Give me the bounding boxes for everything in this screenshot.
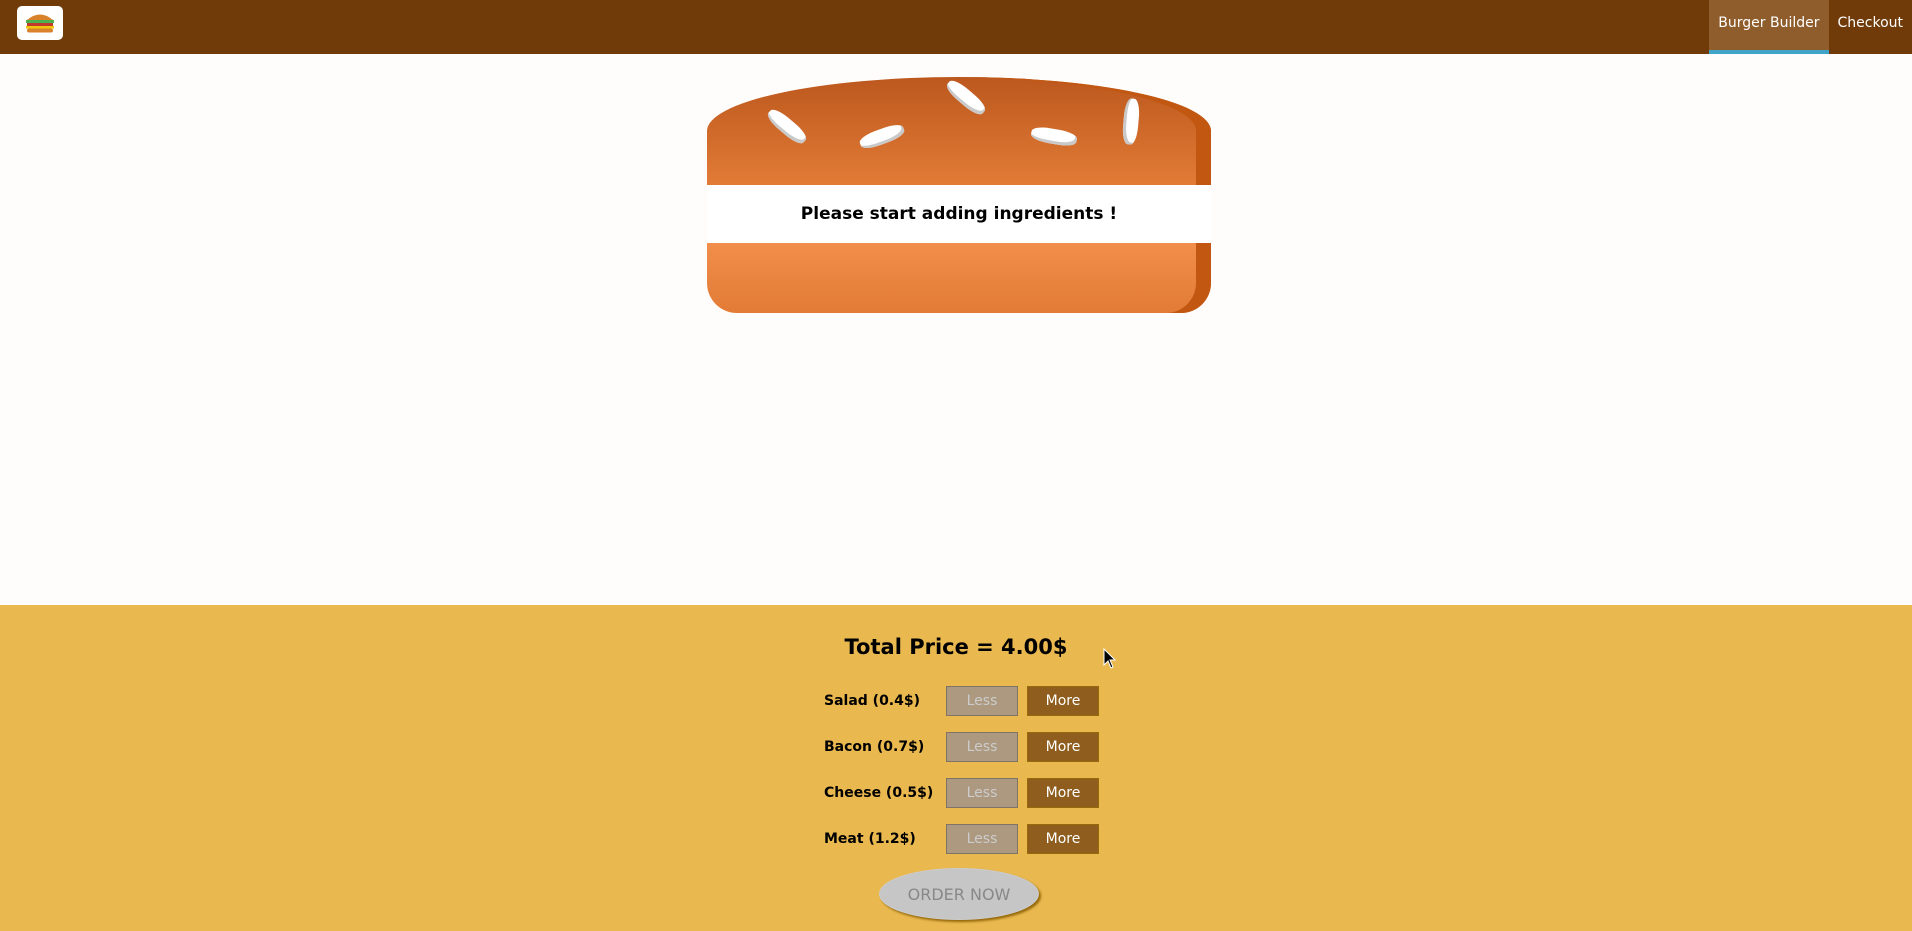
ingredient-label: Bacon (0.7$) <box>824 739 925 755</box>
ingredient-label: Meat (1.2$) <box>824 831 916 847</box>
sesame-seed <box>1030 125 1078 148</box>
toolbar: Burger Builder Checkout <box>0 0 1912 54</box>
logo[interactable] <box>17 6 63 40</box>
more-salad-button[interactable]: More <box>1027 686 1099 716</box>
more-bacon-button[interactable]: More <box>1027 732 1099 762</box>
control-salad: Salad (0.4$) Less More <box>824 686 1124 716</box>
less-meat-button[interactable]: Less <box>946 824 1018 854</box>
control-cheese: Cheese (0.5$) Less More <box>824 778 1124 808</box>
sesame-seed <box>1121 97 1141 146</box>
bread-top <box>707 76 1211 185</box>
mouse-cursor-icon <box>1103 648 1117 669</box>
build-controls: Total Price = 4.00$ Salad (0.4$) Less Mo… <box>0 605 1912 931</box>
control-bacon: Bacon (0.7$) Less More <box>824 732 1124 762</box>
less-cheese-button[interactable]: Less <box>946 778 1018 808</box>
more-cheese-button[interactable]: More <box>1027 778 1099 808</box>
empty-burger-message: Please start adding ingredients ! <box>707 185 1211 243</box>
nav-burger-builder[interactable]: Burger Builder <box>1709 0 1829 54</box>
burger-logo-icon <box>26 14 54 33</box>
total-price: Total Price = 4.00$ <box>844 635 1068 659</box>
less-salad-button[interactable]: Less <box>946 686 1018 716</box>
more-meat-button[interactable]: More <box>1027 824 1099 854</box>
ingredient-label: Salad (0.4$) <box>824 693 921 709</box>
bread-bottom <box>707 243 1211 313</box>
burger-preview: Please start adding ingredients ! <box>707 76 1211 313</box>
order-now-button[interactable]: ORDER NOW <box>879 868 1039 920</box>
sesame-seed <box>764 105 810 148</box>
sesame-seed <box>943 76 989 119</box>
control-meat: Meat (1.2$) Less More <box>824 824 1124 854</box>
less-bacon-button[interactable]: Less <box>946 732 1018 762</box>
ingredient-label: Cheese (0.5$) <box>824 785 934 801</box>
main-nav: Burger Builder Checkout <box>1709 0 1912 54</box>
sesame-seed <box>857 121 907 152</box>
nav-checkout[interactable]: Checkout <box>1829 0 1912 54</box>
